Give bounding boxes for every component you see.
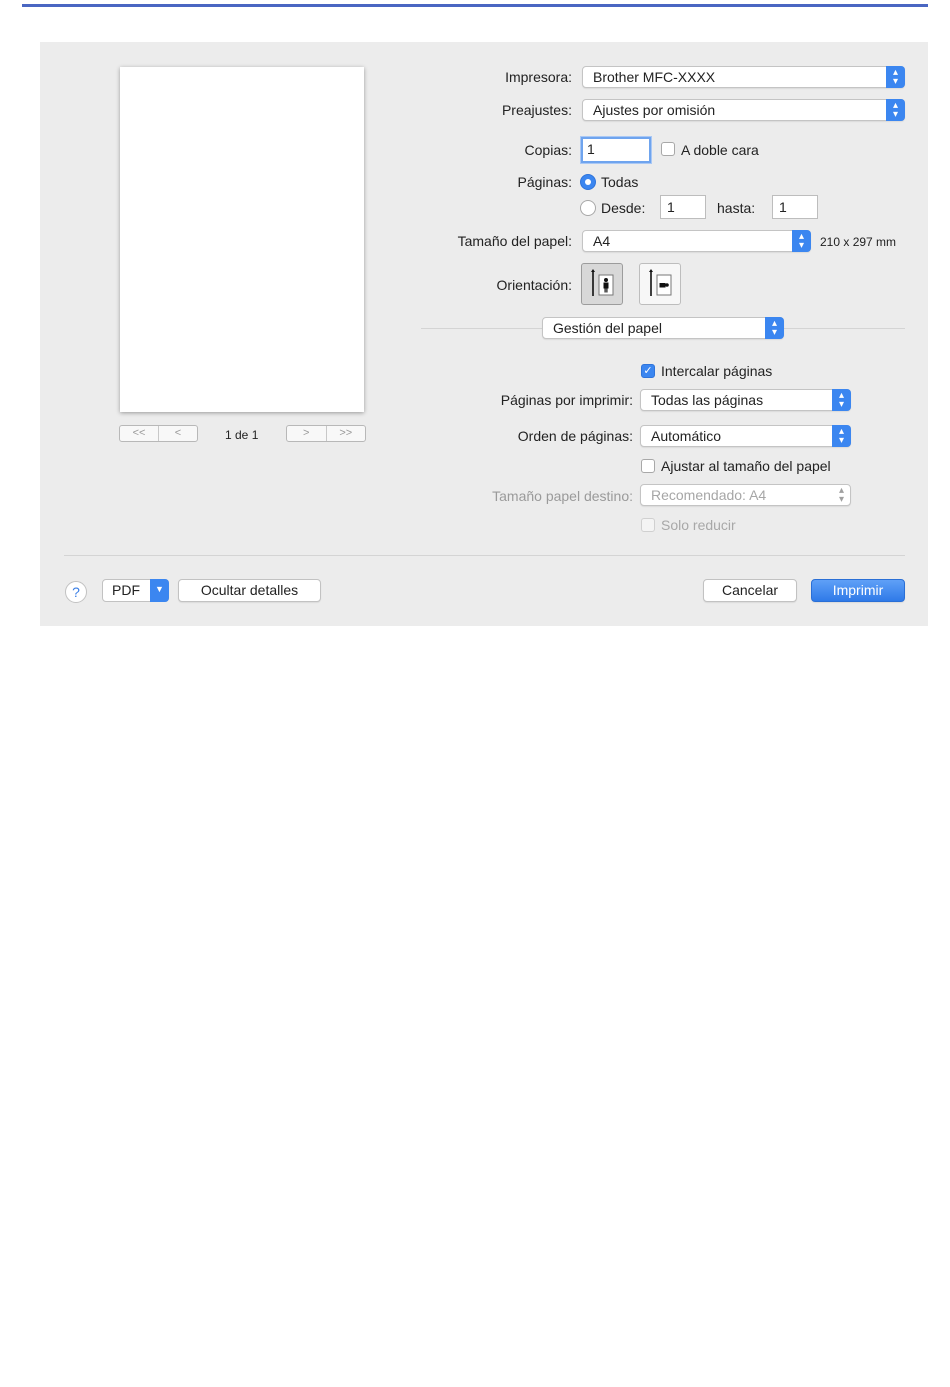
- pages-label: Páginas:: [517, 174, 572, 190]
- page-order-label: Orden de páginas:: [517, 428, 633, 444]
- print-button[interactable]: Imprimir: [811, 579, 905, 602]
- pages-all-label: Todas: [601, 174, 639, 190]
- pages-to-field[interactable]: 1: [772, 195, 818, 219]
- dest-size-label: Tamaño papel destino:: [492, 488, 633, 504]
- dest-size-popup[interactable]: Recomendado: A4 ▴ ▾: [640, 484, 851, 506]
- pages-from-field[interactable]: 1: [660, 195, 706, 219]
- printer-label: Impresora:: [505, 69, 572, 85]
- landscape-orientation-button[interactable]: [639, 263, 681, 305]
- orientation-label: Orientación:: [496, 277, 572, 293]
- paper-size-label: Tamaño del papel:: [457, 233, 572, 249]
- updown-arrows-icon: ▴ ▾: [838, 485, 845, 505]
- scale-to-fit-checkbox[interactable]: [641, 459, 655, 473]
- paper-size-popup[interactable]: A4 ▴ ▾: [582, 230, 811, 252]
- cancel-button[interactable]: Cancelar: [703, 579, 797, 602]
- pdf-label: PDF: [112, 582, 140, 598]
- scale-down-checkbox[interactable]: [641, 518, 655, 532]
- print-dialog: << < 1 de 1 > >> Impresora: Brother MFC-…: [40, 42, 928, 626]
- chevron-down-icon: ▼: [150, 579, 169, 602]
- pdf-menu-button[interactable]: PDF ▼: [102, 579, 169, 602]
- scale-to-fit-label: Ajustar al tamaño del papel: [661, 458, 831, 474]
- dest-size-value: Recomendado: A4: [651, 487, 767, 503]
- pages-to-print-label: Páginas por imprimir:: [500, 392, 633, 408]
- printer-value: Brother MFC-XXXX: [593, 69, 716, 85]
- copies-field[interactable]: 1: [581, 137, 651, 163]
- help-button[interactable]: ?: [65, 581, 87, 603]
- preview-nav-back-group: << <: [119, 425, 198, 442]
- pages-all-radio[interactable]: [580, 174, 596, 190]
- previous-page-button[interactable]: <: [158, 426, 197, 441]
- presets-popup[interactable]: Ajustes por omisión ▴ ▾: [582, 99, 905, 121]
- copies-label: Copias:: [524, 142, 572, 158]
- hide-details-button[interactable]: Ocultar detalles: [178, 579, 321, 602]
- pages-to-print-value: Todas las páginas: [651, 392, 764, 408]
- page-count: 1 de 1: [225, 428, 259, 442]
- updown-arrows-icon: ▴ ▾: [832, 389, 851, 411]
- page-order-popup[interactable]: Automático ▴ ▾: [640, 425, 851, 447]
- top-rule: [22, 4, 928, 7]
- collate-checkbox[interactable]: ✓: [641, 364, 655, 378]
- scale-down-label: Solo reducir: [661, 517, 736, 533]
- pages-range-radio[interactable]: [580, 200, 596, 216]
- footer-separator: [64, 555, 905, 556]
- pages-to-print-popup[interactable]: Todas las páginas ▴ ▾: [640, 389, 851, 411]
- printer-popup[interactable]: Brother MFC-XXXX ▴ ▾: [582, 66, 905, 88]
- presets-value: Ajustes por omisión: [593, 102, 716, 118]
- updown-arrows-icon: ▴ ▾: [765, 317, 784, 339]
- page-order-value: Automático: [651, 428, 722, 444]
- paper-dimensions: 210 x 297 mm: [820, 235, 897, 249]
- page-preview: [120, 67, 364, 412]
- pages-from-label: Desde:: [601, 200, 646, 216]
- updown-arrows-icon: ▴ ▾: [886, 99, 905, 121]
- first-page-button[interactable]: <<: [120, 426, 158, 441]
- last-page-button[interactable]: >>: [325, 426, 366, 441]
- section-popup[interactable]: Gestión del papel ▴ ▾: [542, 317, 784, 339]
- duplex-checkbox[interactable]: [661, 142, 675, 156]
- collate-label: Intercalar páginas: [661, 363, 773, 379]
- preview-nav-forward-group: > >>: [286, 425, 366, 442]
- pages-to-label: hasta:: [717, 200, 756, 216]
- next-page-button[interactable]: >: [287, 426, 326, 441]
- presets-label: Preajustes:: [501, 102, 572, 118]
- portrait-orientation-button[interactable]: [581, 263, 623, 305]
- section-value: Gestión del papel: [553, 320, 662, 336]
- duplex-label: A doble cara: [681, 142, 759, 158]
- updown-arrows-icon: ▴ ▾: [832, 425, 851, 447]
- portrait-icon: [591, 269, 614, 296]
- updown-arrows-icon: ▴ ▾: [792, 230, 811, 252]
- landscape-icon: [649, 269, 672, 296]
- paper-size-value: A4: [593, 233, 611, 249]
- updown-arrows-icon: ▴ ▾: [886, 66, 905, 88]
